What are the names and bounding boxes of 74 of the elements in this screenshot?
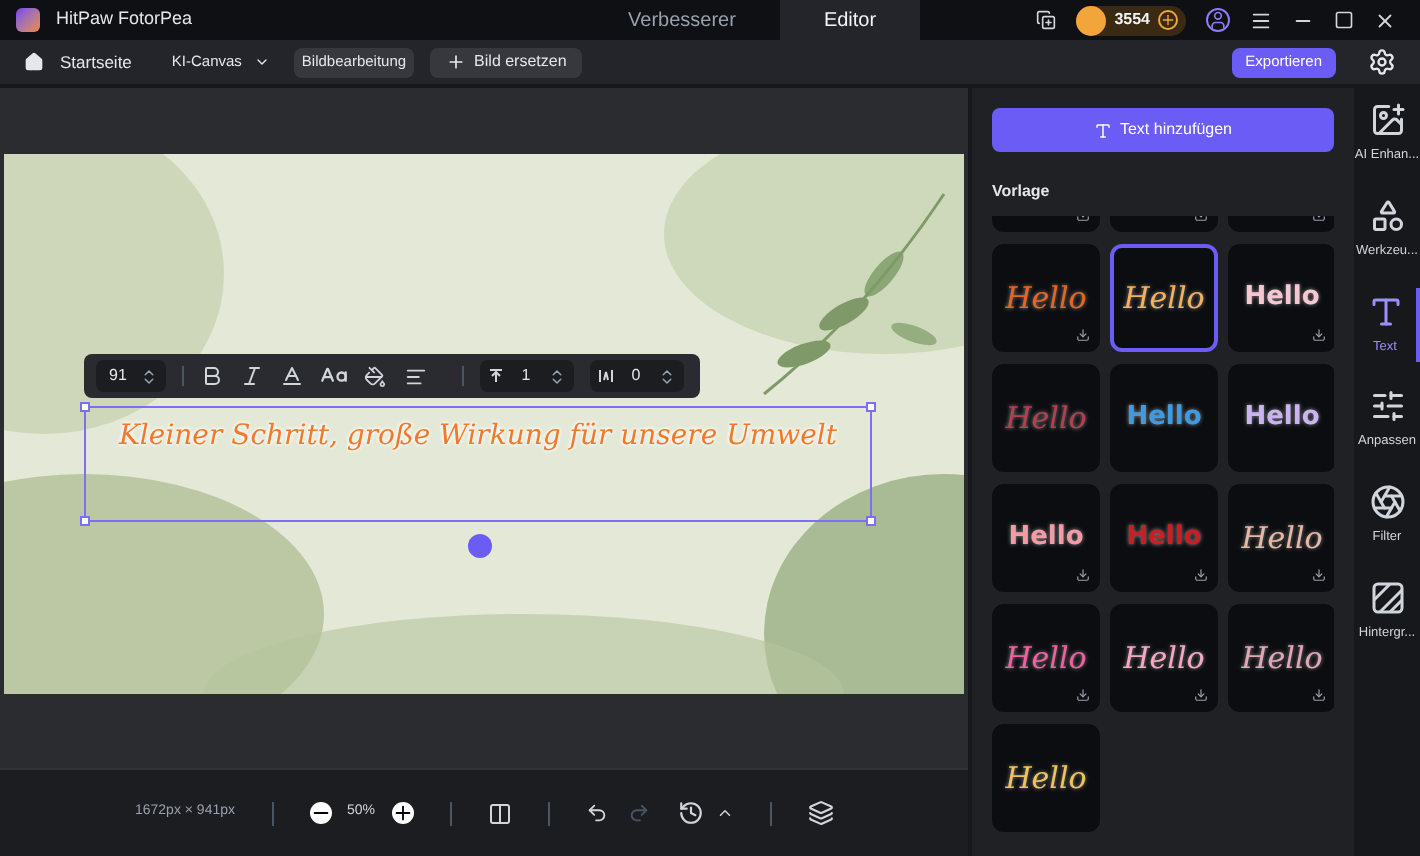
resize-handle[interactable] [866,516,876,526]
template-tile[interactable]: Hello [1228,604,1334,712]
template-tile[interactable]: Hello [1228,364,1334,472]
home-icon[interactable] [24,52,44,72]
template-sample: Hello [1244,280,1320,317]
template-sample: Hello [1005,277,1087,320]
letter-spacing-icon [598,368,614,384]
account-icon[interactable] [1206,8,1230,32]
template-sample: Hello [1123,637,1205,680]
chevron-down-icon [253,54,270,70]
compare-icon[interactable] [487,801,512,825]
undo-icon[interactable] [585,802,608,824]
line-spacing-stepper[interactable]: 1 [480,360,574,392]
align-icon[interactable] [402,365,430,387]
chevron-up-icon[interactable] [715,804,734,822]
text-icon [1367,293,1403,329]
template-tile[interactable]: Hello [1110,364,1218,472]
credits-badge[interactable]: 3554 [1076,5,1186,35]
resize-handle[interactable] [80,402,90,412]
bold-icon[interactable] [200,364,224,388]
layers-icon[interactable] [807,800,834,826]
template-sample: Hello [1005,397,1087,440]
letter-spacing-stepper[interactable]: 0 [590,360,684,392]
stepper-icon [548,367,566,385]
zoom-in-icon[interactable] [391,802,414,824]
template-tile[interactable]: Hello [1228,484,1334,592]
line-spacing-icon [488,368,504,384]
font-size-stepper[interactable]: 91 [96,360,166,392]
text-icon [1093,121,1112,139]
template-tile[interactable]: Hello [992,724,1100,832]
template-sample: Hello [1126,520,1202,557]
template-sample: Hello [1005,757,1087,800]
template-sample: Hello [1005,637,1087,680]
template-sample: Hello [1008,520,1084,557]
template-sample: Hello [1241,637,1323,680]
text-color-icon[interactable] [280,364,304,388]
italic-icon[interactable] [240,364,264,388]
mode-tab[interactable]: Editor [779,0,921,40]
template-tile[interactable]: Hello [1110,604,1218,712]
section-title: Vorlage [992,180,1052,204]
hatched-square-icon [1369,579,1405,616]
template-sample: Hello [1241,517,1323,560]
image-plus-icon [1369,102,1405,138]
paint-bucket-icon[interactable] [364,365,386,387]
app-logo [16,8,40,32]
sliders-icon [1369,388,1405,425]
zoom-out-icon[interactable] [309,802,331,824]
template-tile[interactable]: Hello [992,604,1100,712]
replace-button[interactable]: Bild ersetzen [430,47,583,77]
resize-handle[interactable] [80,516,90,526]
settings-icon[interactable] [1368,48,1396,76]
template-tile[interactable]: Hello [992,484,1100,592]
maximize-icon[interactable] [1334,10,1354,30]
mode-tab[interactable]: Verbesserer [584,0,780,40]
home-link[interactable]: Startseite [60,49,132,75]
menu-icon[interactable] [1250,9,1272,31]
filter-icon [1369,484,1405,520]
template-sample: Hello [1244,400,1320,437]
copy-icon[interactable] [1036,10,1057,30]
template-tile[interactable]: Hello [1110,244,1218,352]
resize-handle[interactable] [866,402,876,412]
add-text-button[interactable]: Text hinzufügen [992,108,1334,152]
close-icon[interactable] [1374,9,1396,31]
stepper-icon [140,367,158,385]
stepper-icon [658,367,676,385]
template-tile[interactable]: Hello [1228,244,1334,352]
app-title: HitPaw FotorPea [56,6,193,33]
shapes-icon [1369,197,1405,234]
template-tile[interactable]: Hello [992,244,1100,352]
template-sample: Hello [1126,400,1202,437]
history-icon[interactable] [677,800,704,826]
plus-icon [446,52,467,72]
coin-icon [1076,5,1107,35]
template-sample: Hello [1123,277,1205,320]
